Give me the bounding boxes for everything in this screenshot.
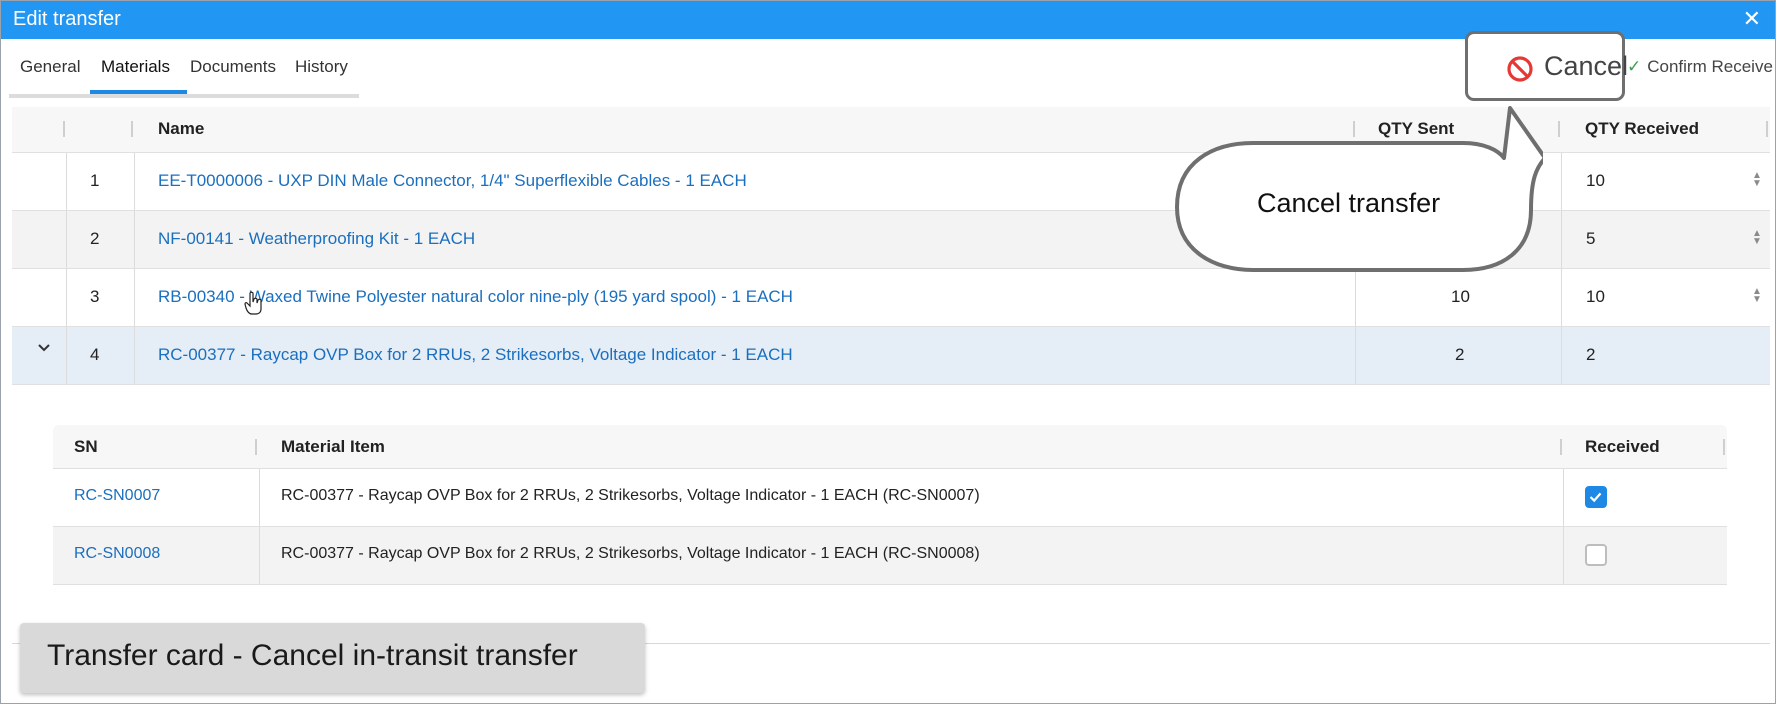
checkmark-icon <box>1589 492 1602 503</box>
row-number: 1 <box>90 171 100 190</box>
serial-number-link[interactable]: RC-SN0007 <box>74 487 160 505</box>
row-divider <box>1561 211 1562 268</box>
confirm-receive-button[interactable]: ✓ Confirm Receive <box>1627 57 1773 77</box>
stepper-icon[interactable]: ▲ ▼ <box>1752 171 1762 189</box>
column-resizer[interactable] <box>1723 439 1725 455</box>
caption-banner: Transfer card - Cancel in-transit transf… <box>20 623 645 693</box>
column-resizer[interactable] <box>1766 121 1768 137</box>
column-resizer[interactable] <box>1560 439 1562 455</box>
row-divider <box>1561 269 1562 326</box>
row-divider <box>1561 153 1562 210</box>
material-link[interactable]: NF-00141 - Weatherproofing Kit - 1 EACH <box>158 229 475 249</box>
serial-number-link[interactable]: RC-SN0008 <box>74 545 160 563</box>
column-resizer[interactable] <box>255 439 257 455</box>
active-tab-indicator <box>90 90 187 94</box>
qty-sent-value: 2 <box>1455 345 1465 364</box>
check-icon: ✓ <box>1627 57 1642 76</box>
row-divider <box>1563 469 1564 526</box>
row-divider <box>259 527 260 584</box>
close-icon[interactable]: ✕ <box>1743 6 1761 32</box>
tab-bar: General Materials Documents History <box>9 39 359 98</box>
received-checkbox[interactable] <box>1585 486 1607 508</box>
dialog-title: Edit transfer <box>13 8 121 30</box>
qty-received-value: 2 <box>1586 345 1596 364</box>
caption-text: Transfer card - Cancel in-transit transf… <box>47 639 578 672</box>
material-item-text: RC-00377 - Raycap OVP Box for 2 RRUs, 2 … <box>281 487 980 504</box>
row-divider <box>66 211 67 268</box>
qty-received-value[interactable]: 10 <box>1586 287 1605 307</box>
table-row[interactable]: 4 RC-00377 - Raycap OVP Box for 2 RRUs, … <box>12 327 1770 385</box>
qty-sent-value: 10 <box>1451 287 1470 306</box>
qty-received-value[interactable]: 10 <box>1586 171 1605 191</box>
row-divider <box>1561 327 1562 384</box>
column-resizer[interactable] <box>1558 121 1560 137</box>
header-qty-received[interactable]: QTY Received <box>1585 119 1699 139</box>
material-item-text: RC-00377 - Raycap OVP Box for 2 RRUs, 2 … <box>281 545 980 562</box>
tab-history[interactable]: History <box>295 57 348 77</box>
row-divider <box>1355 327 1356 384</box>
column-resizer[interactable] <box>131 121 133 137</box>
stepper-icon[interactable]: ▲ ▼ <box>1752 287 1762 305</box>
material-link[interactable]: EE-T0000006 - UXP DIN Male Connector, 1/… <box>158 171 747 191</box>
row-number: 2 <box>90 229 100 248</box>
row-divider <box>66 269 67 326</box>
header-sn[interactable]: SN <box>74 437 98 457</box>
tab-documents[interactable]: Documents <box>190 57 276 77</box>
qty-received-value[interactable]: 5 <box>1586 229 1595 249</box>
row-number: 4 <box>90 345 100 364</box>
row-divider <box>66 327 67 384</box>
cancel-label: Cancel <box>1544 51 1629 81</box>
row-divider <box>259 469 260 526</box>
received-checkbox[interactable] <box>1585 544 1607 566</box>
row-divider <box>1563 527 1564 584</box>
row-divider <box>134 327 135 384</box>
tab-general[interactable]: General <box>20 57 80 77</box>
callout-bubble: Cancel transfer <box>1173 100 1547 276</box>
cancel-button[interactable]: Cancel <box>1465 31 1629 101</box>
header-material-item[interactable]: Material Item <box>281 437 385 457</box>
hand-cursor-icon <box>244 291 262 315</box>
row-divider <box>134 269 135 326</box>
header-name[interactable]: Name <box>158 119 204 139</box>
row-divider <box>134 211 135 268</box>
header-received[interactable]: Received <box>1585 437 1660 457</box>
table-row[interactable]: RC-SN0007 RC-00377 - Raycap OVP Box for … <box>53 469 1727 527</box>
table-row[interactable]: 3 RB-00340 - Waxed Twine Polyester natur… <box>12 269 1770 327</box>
chevron-down-icon[interactable] <box>37 341 51 355</box>
row-divider <box>1355 269 1356 326</box>
serial-numbers-table: SN Material Item Received RC-SN0007 RC-0… <box>53 425 1727 585</box>
row-divider <box>66 153 67 210</box>
table-row[interactable]: RC-SN0008 RC-00377 - Raycap OVP Box for … <box>53 527 1727 585</box>
callout-text: Cancel transfer <box>1257 188 1441 218</box>
stepper-icon[interactable]: ▲ ▼ <box>1752 229 1762 247</box>
confirm-receive-label: Confirm Receive <box>1647 57 1773 76</box>
no-entry-icon <box>1507 56 1533 82</box>
material-link[interactable]: RC-00377 - Raycap OVP Box for 2 RRUs, 2 … <box>158 345 793 365</box>
column-resizer[interactable] <box>63 121 65 137</box>
tab-materials[interactable]: Materials <box>101 57 170 77</box>
row-divider <box>134 153 135 210</box>
row-number: 3 <box>90 287 100 306</box>
edit-transfer-dialog: Edit transfer ✕ General Materials Docume… <box>0 0 1776 704</box>
serial-table-header: SN Material Item Received <box>53 425 1727 469</box>
